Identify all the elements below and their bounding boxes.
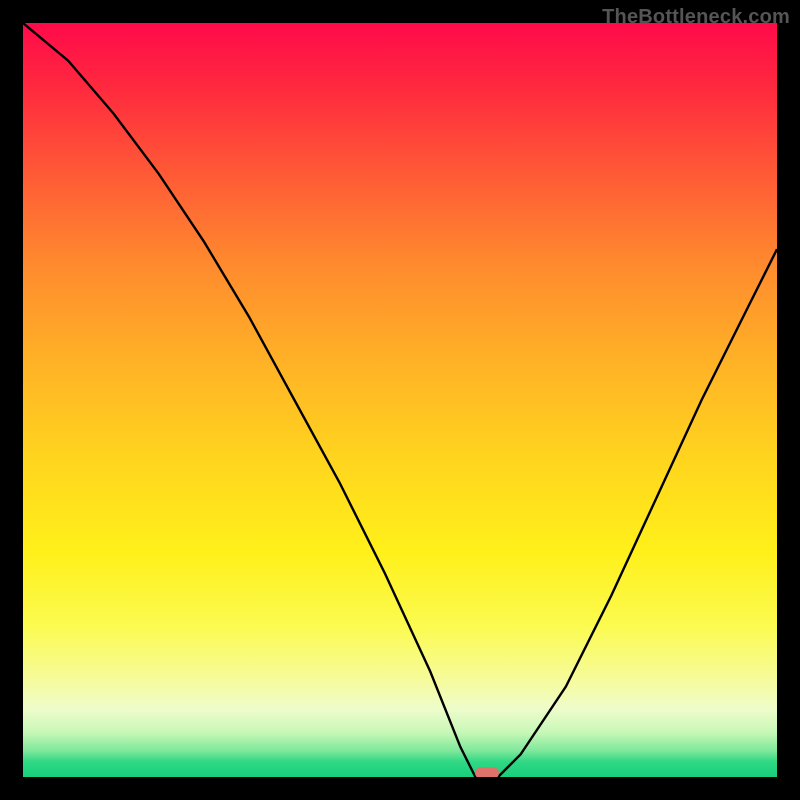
bottleneck-curve-path xyxy=(23,23,777,777)
chart-frame: TheBottleneck.com xyxy=(0,0,800,800)
plot-area xyxy=(23,23,777,777)
curve-layer xyxy=(23,23,777,777)
watermark-text: TheBottleneck.com xyxy=(602,6,790,29)
optimal-marker xyxy=(475,767,499,777)
